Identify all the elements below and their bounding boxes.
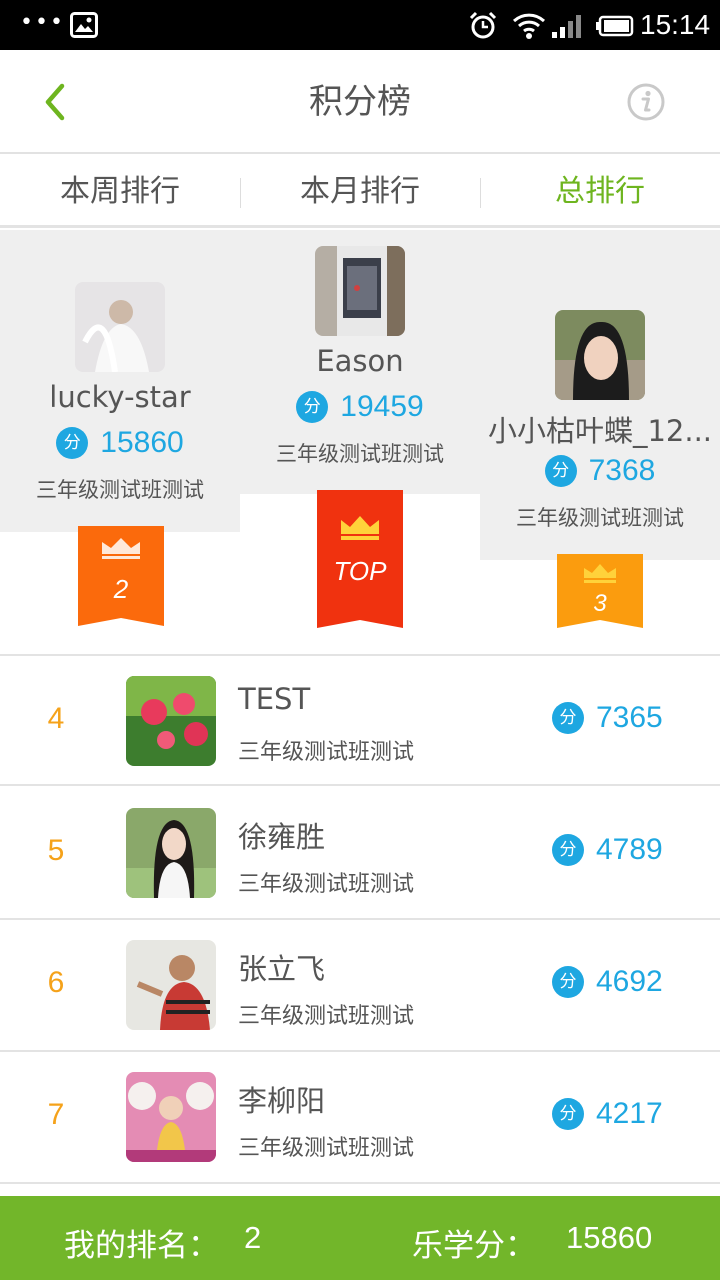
avatar-photo xyxy=(126,676,216,766)
rank-number: 4 xyxy=(47,702,65,735)
table-row[interactable]: 6 张立飞 三年级测试班测试 分 4692 xyxy=(0,920,720,1052)
avatar-third-photo xyxy=(555,310,645,400)
user-score-value: 4789 xyxy=(596,833,663,866)
user-name: TEST xyxy=(238,682,311,716)
ribbon-third: 3 xyxy=(557,554,643,628)
second-class: 三年级测试班测试 xyxy=(36,478,204,502)
tab-weekly[interactable]: 本周排行 xyxy=(0,156,240,225)
avatar-first[interactable] xyxy=(315,246,405,336)
user-score-value: 4692 xyxy=(596,965,663,998)
user-score: 分 4789 xyxy=(552,833,663,867)
tab-monthly[interactable]: 本月排行 xyxy=(240,156,480,225)
score-badge-icon: 分 xyxy=(544,455,577,487)
third-class: 三年级测试班测试 xyxy=(516,506,684,530)
table-row[interactable]: 7 李柳阳 三年级测试班测试 分 4217 xyxy=(0,1052,720,1184)
first-score: 分 19459 xyxy=(240,390,480,424)
user-score-value: 7365 xyxy=(596,701,663,734)
third-name: 小小枯叶蝶_12... xyxy=(487,414,713,448)
avatar-second-photo xyxy=(75,282,165,372)
first-name: Eason xyxy=(316,344,404,378)
my-points-value: 15860 xyxy=(566,1220,653,1255)
avatar-photo xyxy=(126,808,216,898)
rank-number: 5 xyxy=(47,834,65,867)
page-title: 积分榜 xyxy=(309,82,411,122)
my-rank-value: 2 xyxy=(244,1220,262,1255)
first-score-value: 19459 xyxy=(340,390,424,423)
image-notification-icon xyxy=(70,12,98,38)
user-name: 徐雍胜 xyxy=(238,820,326,854)
wifi-icon xyxy=(512,13,546,39)
my-rank-bar: 我的排名： 2 乐学分： 15860 xyxy=(0,1196,720,1280)
user-score: 分 7365 xyxy=(552,701,663,735)
clock-time: 15:14 xyxy=(640,9,711,40)
user-score-value: 4217 xyxy=(596,1097,663,1130)
avatar[interactable] xyxy=(126,808,216,898)
rank-number: 7 xyxy=(47,1098,65,1131)
ribbon-second: 2 xyxy=(78,526,164,626)
signal-icon xyxy=(552,15,581,38)
ribbon-third-label: 3 xyxy=(593,590,607,617)
ribbon-first-label: TOP xyxy=(333,556,387,586)
tab-overall[interactable]: 总排行 xyxy=(480,156,720,225)
score-badge-icon: 分 xyxy=(56,427,89,459)
podium: lucky-star 分 15860 三年级测试班测试 Eason 分 19459 … xyxy=(0,230,720,654)
first-class: 三年级测试班测试 xyxy=(276,442,444,466)
ribbon-first: TOP xyxy=(317,490,403,628)
second-score: 分 15860 xyxy=(0,426,240,460)
info-icon[interactable] xyxy=(626,82,666,122)
alarm-icon xyxy=(469,11,497,39)
avatar-first-photo xyxy=(315,246,405,336)
second-score-value: 15860 xyxy=(100,426,184,459)
ranking-tabs: 本周排行 本月排行 总排行 xyxy=(0,156,720,228)
battery-icon xyxy=(596,15,634,37)
user-score: 分 4217 xyxy=(552,1097,663,1131)
second-name: lucky-star xyxy=(49,380,191,414)
avatar-photo xyxy=(126,1072,216,1162)
user-class: 三年级测试班测试 xyxy=(238,740,415,765)
my-rank-label: 我的排名： xyxy=(64,1228,219,1264)
rank-number: 6 xyxy=(47,966,65,999)
score-badge-icon: 分 xyxy=(552,702,584,734)
avatar-second[interactable] xyxy=(75,282,165,372)
user-class: 三年级测试班测试 xyxy=(238,872,415,897)
my-points-label: 乐学分： xyxy=(412,1228,536,1264)
score-badge-icon: 分 xyxy=(552,834,584,866)
avatar[interactable] xyxy=(126,676,216,766)
score-badge-icon: 分 xyxy=(552,1098,584,1130)
table-row[interactable]: 4 TEST 三年级测试班测试 分 7365 xyxy=(0,654,720,786)
user-name: 李柳阳 xyxy=(238,1084,326,1118)
user-name: 张立飞 xyxy=(238,952,326,986)
third-score-value: 7368 xyxy=(588,454,656,487)
app-header: 积分榜 xyxy=(0,50,720,154)
user-class: 三年级测试班测试 xyxy=(238,1136,415,1161)
more-notifications-icon: ••• xyxy=(20,10,65,35)
score-badge-icon: 分 xyxy=(296,391,329,423)
avatar-third[interactable] xyxy=(555,310,645,400)
user-score: 分 4692 xyxy=(552,965,663,999)
user-class: 三年级测试班测试 xyxy=(238,1004,415,1029)
third-score: 分 7368 xyxy=(480,454,720,488)
avatar-photo xyxy=(126,940,216,1030)
score-badge-icon: 分 xyxy=(552,966,584,998)
avatar[interactable] xyxy=(126,940,216,1030)
status-bar: ••• 15:14 xyxy=(0,0,720,50)
avatar[interactable] xyxy=(126,1072,216,1162)
ribbon-second-label: 2 xyxy=(113,574,129,604)
table-row[interactable]: 5 徐雍胜 三年级测试班测试 分 4789 xyxy=(0,788,720,920)
